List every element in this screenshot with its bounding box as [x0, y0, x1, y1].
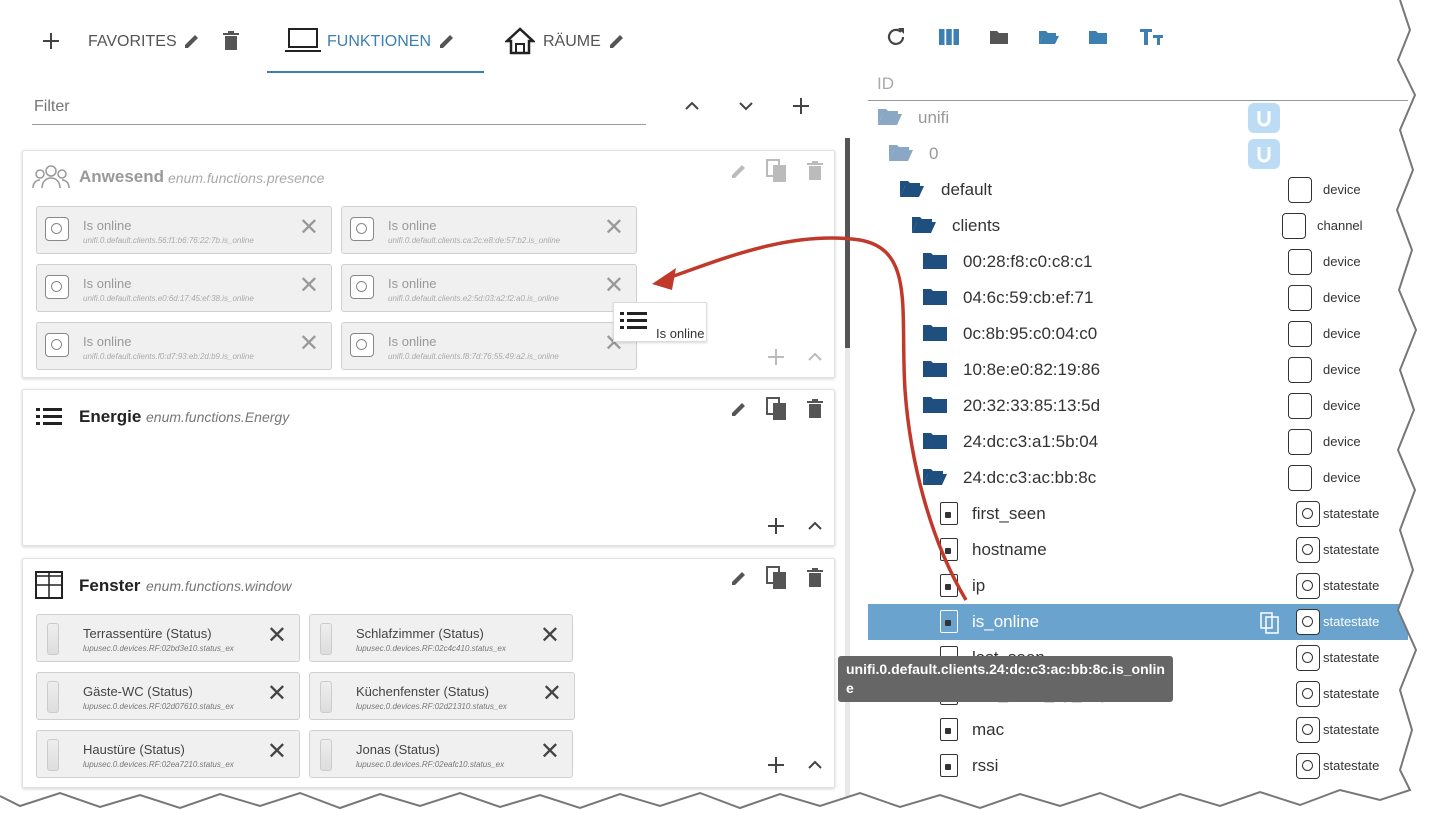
drag-arrow-annotation — [652, 236, 968, 601]
